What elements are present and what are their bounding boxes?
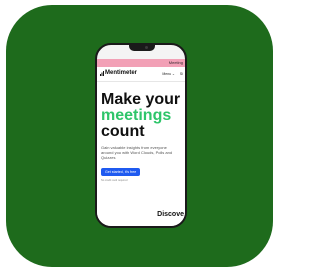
banner-text: Meeting [168,60,183,65]
hero-headline: Make your meetings count [101,92,180,140]
promo-banner[interactable]: Meeting [97,59,185,67]
headline-line-3: count [101,123,145,140]
discover-heading: Discove [157,211,184,218]
phone-mockup: Meeting Mentimeter Menu ⌄ Si Make your m… [95,43,187,228]
hero-section: Make your meetings count Gain valuable i… [97,82,185,226]
headline-line-1: Make your [101,91,181,108]
sign-link[interactable]: Si [180,72,183,76]
menu-link[interactable]: Menu ⌄ [162,72,175,76]
top-nav: Mentimeter Menu ⌄ Si [97,67,185,82]
brand-logo[interactable]: Mentimeter [105,70,137,76]
headline-line-2: meetings [101,107,172,124]
get-started-button[interactable]: Get started, it's free [101,168,141,176]
fine-print: No credit card required [101,179,128,182]
phone-notch [129,45,155,51]
bar-chart-icon [100,71,104,76]
hero-description: Gain valuable insights from everyone aro… [101,145,173,160]
camera-icon [145,46,148,49]
